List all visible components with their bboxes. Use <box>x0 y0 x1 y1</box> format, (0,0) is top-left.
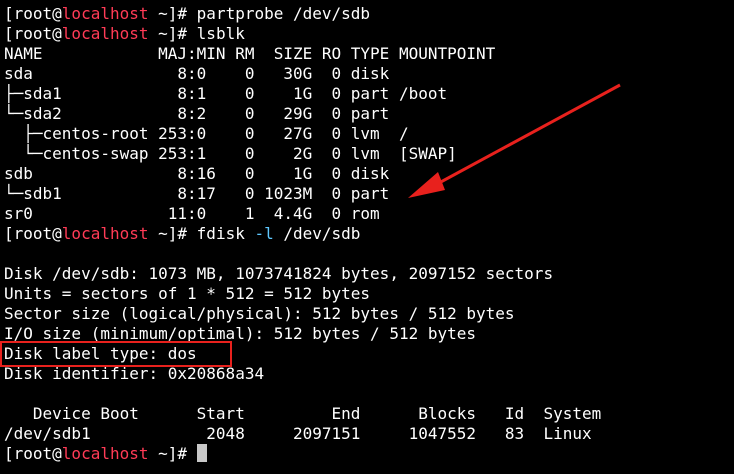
fdisk-identifier: Disk identifier: 0x20868a34 <box>4 364 265 383</box>
lsblk-row-sda2: └─sda2 8:2 0 29G 0 part <box>4 104 390 123</box>
prompt-hostname: localhost <box>61 4 149 23</box>
prompt-hostname: localhost <box>61 444 149 463</box>
prompt-hostname: localhost <box>61 224 149 243</box>
prompt-close: ~]# <box>148 4 197 23</box>
prompt-open: [root@ <box>4 444 62 463</box>
terminal-line-fdisk: [root@localhost ~]# fdisk -l /dev/sdb <box>4 224 734 244</box>
fdisk-units: Units = sectors of 1 * 512 = 512 bytes <box>4 284 371 303</box>
prompt-open: [root@ <box>4 224 62 243</box>
lsblk-header: NAME MAJ:MIN RM SIZE RO TYPE MOUNTPOINT <box>4 44 496 63</box>
partition-table-header: Device Boot Start End Blocks Id System <box>4 404 602 423</box>
lsblk-row-centos-swap: └─centos-swap 253:1 0 2G 0 lvm [SWAP] <box>4 144 457 163</box>
lsblk-row-sdb: sdb 8:16 0 1G 0 disk <box>4 164 390 183</box>
prompt-close: ~]# <box>148 224 197 243</box>
prompt-open: [root@ <box>4 24 62 43</box>
terminal-line-partprobe: [root@localhost ~]# partprobe /dev/sdb <box>4 4 734 24</box>
fdisk-blank-line <box>4 384 734 404</box>
command-argument: /dev/sdb <box>273 224 361 243</box>
terminal-line-lsblk: [root@localhost ~]# lsblk <box>4 24 734 44</box>
lsblk-row-sdb1: └─sdb1 8:17 0 1023M 0 part <box>4 184 390 203</box>
fdisk-sector-size: Sector size (logical/physical): 512 byte… <box>4 304 515 323</box>
annotation-highlight-box <box>0 341 232 367</box>
lsblk-row-sr0: sr0 11:0 1 4.4G 0 rom <box>4 204 380 223</box>
partition-table-row: /dev/sdb1 2048 2097151 1047552 83 Linux <box>4 424 592 443</box>
prompt-hostname: localhost <box>61 24 149 43</box>
text-cursor[interactable] <box>196 444 207 462</box>
prompt-close: ~]# <box>148 444 197 463</box>
fdisk-blank-line <box>4 244 734 264</box>
command-text: partprobe /dev/sdb <box>196 4 371 23</box>
lsblk-row-centos-root: ├─centos-root 253:0 0 27G 0 lvm / <box>4 124 409 143</box>
command-text: fdisk <box>196 224 255 243</box>
lsblk-row-sda1: ├─sda1 8:1 0 1G 0 part /boot <box>4 84 448 103</box>
command-text: lsblk <box>196 24 245 43</box>
fdisk-disk-summary: Disk /dev/sdb: 1073 MB, 1073741824 bytes… <box>4 264 554 283</box>
prompt-open: [root@ <box>4 4 62 23</box>
lsblk-row-sda: sda 8:0 0 30G 0 disk <box>4 64 390 83</box>
terminal-window[interactable]: [root@localhost ~]# partprobe /dev/sdb [… <box>0 0 734 474</box>
prompt-close: ~]# <box>148 24 197 43</box>
terminal-line-current-prompt[interactable]: [root@localhost ~]# <box>4 444 734 464</box>
command-flag: -l <box>254 224 274 243</box>
